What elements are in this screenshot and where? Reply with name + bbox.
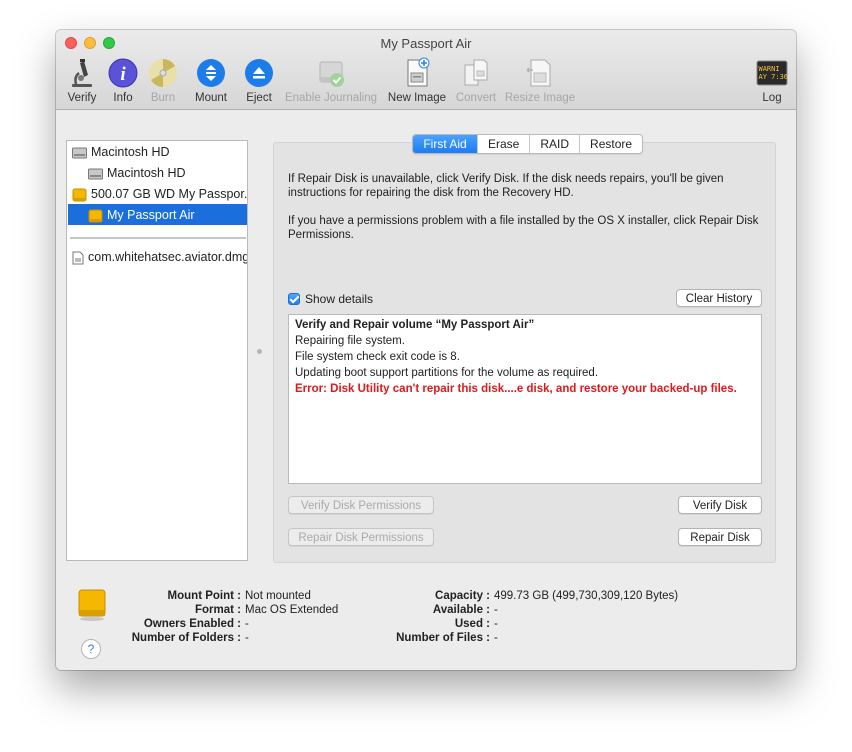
tab-bar: First Aid Erase RAID Restore [412, 134, 644, 154]
format-value: Mac OS Extended [245, 604, 339, 616]
number-of-files-value: - [494, 632, 498, 644]
new-image-icon [407, 57, 430, 87]
info-icon: i [108, 58, 138, 88]
used-key: Used : [454, 618, 490, 630]
sidebar-item-macintosh-hd-volume[interactable]: Macintosh HD [88, 163, 186, 183]
clear-history-button[interactable]: Clear History [676, 289, 762, 307]
sidebar-item-macintosh-hd-disk[interactable]: Macintosh HD [72, 142, 170, 162]
log-icon-line-1: WARNI [759, 65, 780, 73]
log-line-heading: Verify and Repair volume “My Passport Ai… [295, 319, 535, 331]
log-line: Updating boot support partitions for the… [295, 367, 599, 379]
external-disk-icon [72, 188, 87, 202]
log-icon-line-2: AY 7:36 [759, 73, 789, 81]
available-value: - [494, 604, 498, 616]
format-key: Format : [195, 604, 241, 616]
number-of-folders-key: Number of Folders : [131, 632, 241, 644]
tab-first-aid[interactable]: First Aid [413, 135, 477, 153]
repair-disk-permissions-button[interactable]: Repair Disk Permissions [288, 528, 434, 546]
new-image-label: New Image [387, 92, 447, 104]
convert-button[interactable]: Convert [453, 57, 499, 104]
sidebar-item-label: My Passport Air [107, 208, 195, 222]
split-view-handle[interactable] [257, 349, 262, 354]
owners-enabled-key: Owners Enabled : [143, 618, 241, 630]
disk-utility-window: My Passport Air Verify i Info Burn Mount… [56, 30, 796, 670]
show-details-label[interactable]: Show details [305, 292, 373, 306]
sidebar-item-my-passport-air[interactable]: My Passport Air [88, 205, 195, 225]
info-label: Info [113, 92, 133, 104]
capacity-value: 499.73 GB (499,730,309,120 Bytes) [494, 590, 679, 602]
owners-enabled-value: - [245, 618, 249, 630]
help-button[interactable]: ? [81, 639, 101, 659]
eject-button[interactable]: Eject [243, 57, 275, 104]
mount-point-value: Not mounted [245, 590, 311, 602]
show-details-checkbox[interactable] [288, 293, 300, 305]
tab-erase[interactable]: Erase [477, 135, 529, 153]
disc-burn-icon [149, 59, 177, 87]
log-line: Repairing file system. [295, 335, 405, 347]
burn-label: Burn [150, 92, 176, 104]
mount-label: Mount [195, 92, 227, 104]
number-of-files-key: Number of Files : [396, 632, 490, 644]
window-title: My Passport Air [380, 36, 472, 51]
verify-label: Verify [67, 92, 97, 104]
number-of-folders-value: - [245, 632, 249, 644]
journaling-icon [319, 61, 344, 87]
log-line: File system check exit code is 8. [295, 351, 460, 363]
mount-button[interactable]: Mount [193, 57, 229, 104]
log-label: Log [762, 92, 782, 104]
resize-image-label: Resize Image [504, 92, 576, 104]
sidebar-item-label: Macintosh HD [107, 166, 186, 180]
repair-disk-instructions: If Repair Disk is unavailable, click Ver… [288, 173, 724, 199]
convert-icon [464, 59, 488, 86]
sidebar-item-dmg-file[interactable]: com.whitehatsec.aviator.dmg [72, 247, 247, 267]
tab-restore[interactable]: Restore [579, 135, 642, 153]
permissions-instructions: If you have a permissions problem with a… [288, 215, 759, 241]
capacity-key: Capacity : [435, 590, 490, 602]
resize-image-icon [526, 59, 551, 87]
sidebar-item-label: Macintosh HD [91, 145, 170, 159]
sidebar-divider [70, 237, 246, 239]
eject-icon [245, 59, 273, 87]
repair-disk-button[interactable]: Repair Disk [678, 528, 762, 546]
new-image-button[interactable]: New Image [386, 57, 448, 104]
info-button[interactable]: i Info [107, 57, 139, 104]
sidebar-item-label: 500.07 GB WD My Passpor... [91, 187, 247, 201]
verify-button[interactable]: Verify [66, 57, 98, 104]
titlebar: My Passport Air Verify i Info Burn Mount… [56, 30, 796, 110]
burn-button[interactable]: Burn [147, 57, 179, 104]
svg-text:i: i [120, 64, 126, 85]
enable-journaling-button[interactable]: Enable Journaling [283, 57, 379, 104]
mount-icon [197, 59, 225, 87]
disk-list-sidebar: Macintosh HD Macintosh HD 500.07 GB WD M… [66, 140, 248, 561]
available-key: Available : [432, 604, 490, 616]
resize-image-button[interactable]: Resize Image [504, 57, 576, 104]
log-button[interactable]: WARNI AY 7:36 Log [756, 57, 788, 104]
used-value: - [494, 618, 498, 630]
internal-disk-icon [72, 147, 87, 159]
tab-raid[interactable]: RAID [529, 135, 579, 153]
convert-label: Convert [455, 92, 497, 104]
eject-label: Eject [246, 92, 272, 104]
sidebar-item-label: com.whitehatsec.aviator.dmg [88, 250, 247, 264]
log-console-icon: WARNI AY 7:36 [756, 60, 789, 86]
external-volume-icon [88, 209, 103, 223]
verify-disk-permissions-button[interactable]: Verify Disk Permissions [288, 496, 434, 514]
internal-volume-icon [88, 168, 103, 180]
external-drive-icon [78, 589, 106, 621]
verify-disk-button[interactable]: Verify Disk [678, 496, 762, 514]
sidebar-item-wd-passport-disk[interactable]: 500.07 GB WD My Passpor... [72, 184, 247, 204]
mount-point-key: Mount Point : [167, 590, 241, 602]
enable-journaling-label: Enable Journaling [284, 92, 378, 104]
microscope-icon [72, 59, 92, 87]
details-log[interactable]: Verify and Repair volume “My Passport Ai… [288, 314, 762, 484]
disk-image-file-icon [72, 251, 84, 265]
log-line-error: Error: Disk Utility can't repair this di… [295, 383, 737, 395]
